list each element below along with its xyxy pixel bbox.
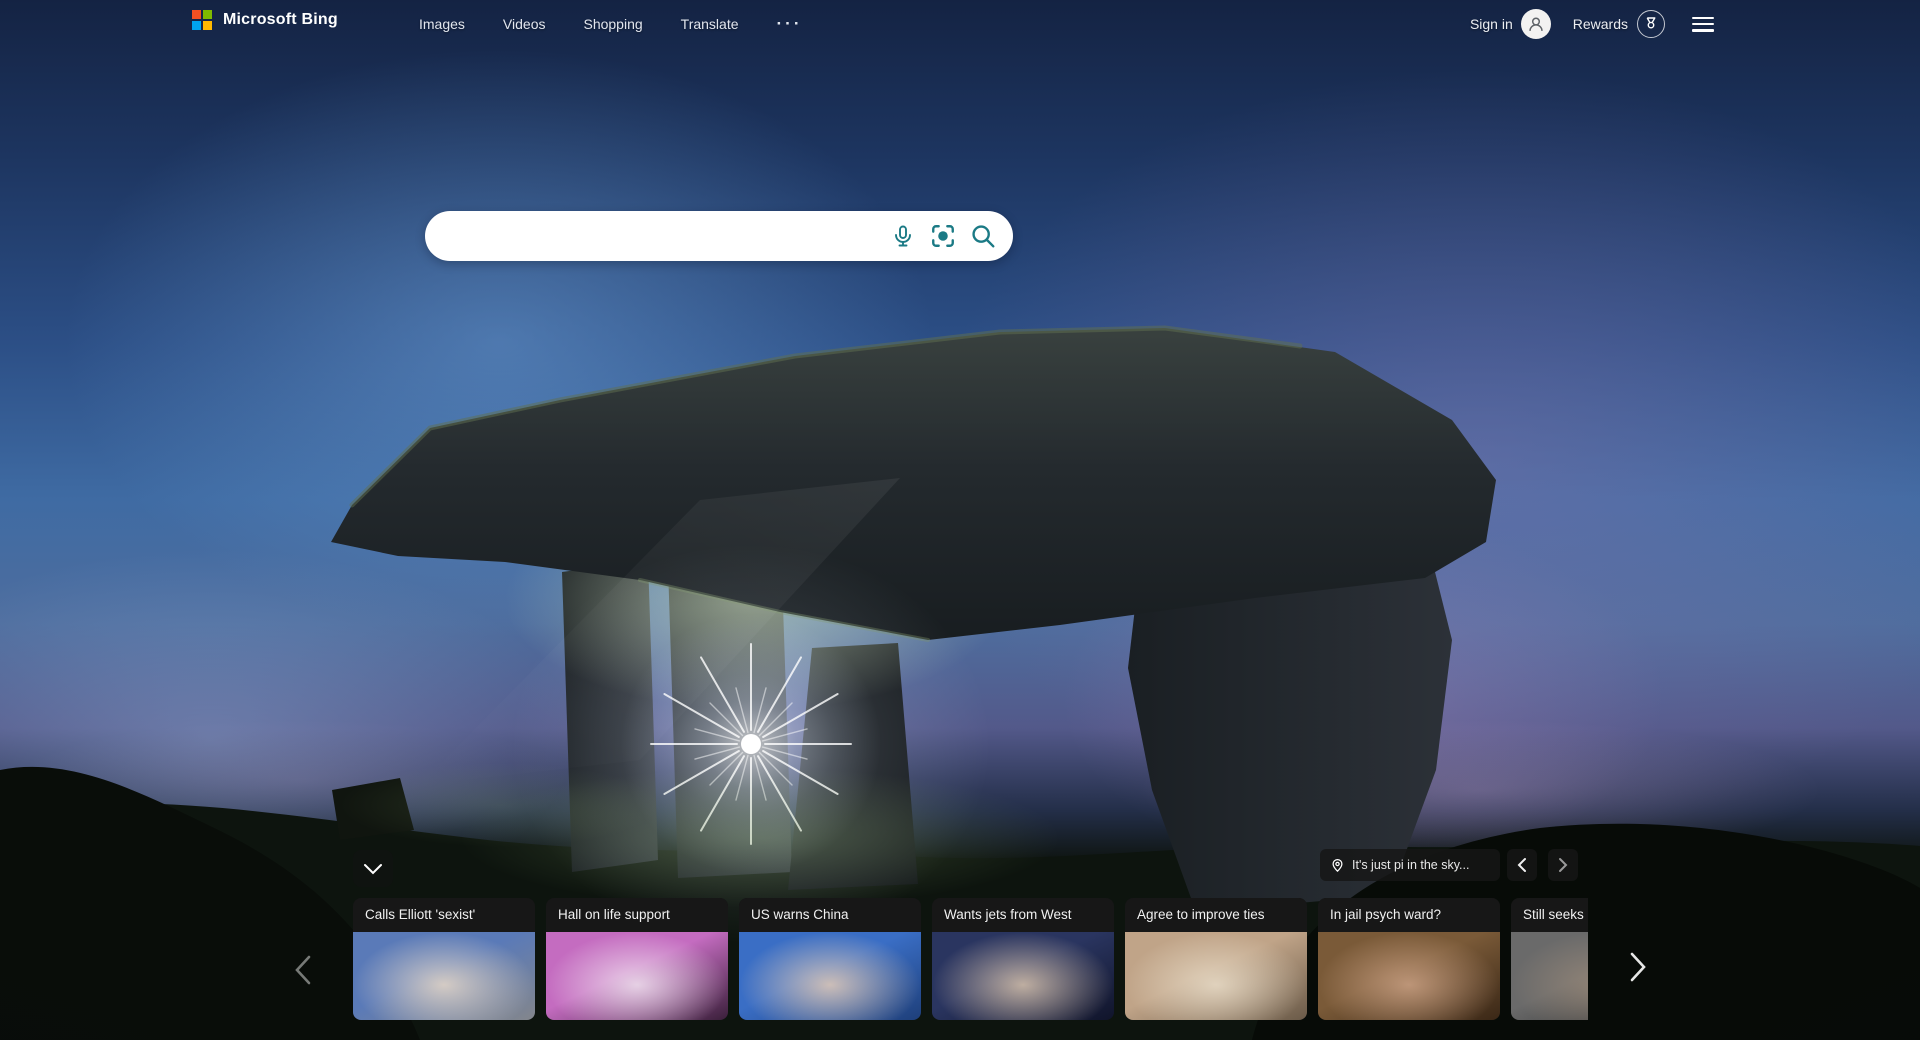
microsoft-logo-icon	[192, 10, 212, 30]
news-card-title: Calls Elliott 'sexist'	[353, 898, 535, 932]
news-card[interactable]: Hall on life support	[546, 898, 728, 1020]
bing-homepage: Microsoft Bing Images Videos Shopping Tr…	[0, 0, 1920, 1040]
news-card[interactable]: US warns China	[739, 898, 921, 1020]
previous-image-button[interactable]	[1507, 849, 1537, 881]
carousel-next-arrow[interactable]	[1620, 947, 1656, 987]
search-input[interactable]	[425, 211, 889, 261]
search-bar	[425, 211, 1013, 261]
news-card-image	[1511, 932, 1588, 1020]
scroll-down-button[interactable]	[353, 850, 393, 887]
topbar-right-group: Sign in Rewards	[1470, 0, 1920, 48]
news-card[interactable]: Agree to improve ties	[1125, 898, 1307, 1020]
chevron-right-icon	[1556, 856, 1570, 874]
news-card-image	[932, 932, 1114, 1020]
carousel-previous-arrow[interactable]	[285, 950, 321, 990]
chevron-left-icon	[1515, 856, 1529, 874]
news-card-title: Hall on life support	[546, 898, 728, 932]
nav-item-shopping[interactable]: Shopping	[583, 16, 642, 32]
chevron-left-icon	[290, 953, 316, 987]
person-icon	[1525, 13, 1547, 35]
logo-square-red	[192, 10, 201, 19]
rewards-medal-icon[interactable]	[1637, 10, 1665, 38]
top-navigation-bar: Microsoft Bing Images Videos Shopping Tr…	[0, 0, 1920, 48]
news-carousel: Calls Elliott 'sexist' Hall on life supp…	[353, 898, 1588, 1020]
microphone-icon[interactable]	[889, 223, 916, 250]
news-card[interactable]: Wants jets from West	[932, 898, 1114, 1020]
chevron-down-icon	[361, 860, 385, 878]
visual-search-icon[interactable]	[929, 223, 956, 250]
search-icon-group	[889, 223, 1013, 250]
avatar[interactable]	[1521, 9, 1551, 39]
news-card-title: In jail psych ward?	[1318, 898, 1500, 932]
logo-square-yellow	[203, 21, 212, 30]
logo-text: Microsoft Bing	[223, 11, 338, 29]
hamburger-menu-icon[interactable]	[1692, 17, 1714, 32]
sign-in-button[interactable]: Sign in	[1470, 16, 1513, 32]
background-photo-dolmen	[0, 0, 1920, 1040]
news-card-title: Wants jets from West	[932, 898, 1114, 932]
location-pin-icon	[1330, 858, 1345, 873]
next-image-button[interactable]	[1548, 849, 1578, 881]
image-info-text: It's just pi in the sky...	[1352, 858, 1469, 872]
primary-nav: Images Videos Shopping Translate ···	[419, 0, 802, 48]
nav-more-menu[interactable]: ···	[777, 14, 803, 34]
news-card[interactable]: Calls Elliott 'sexist'	[353, 898, 535, 1020]
search-icon[interactable]	[969, 223, 996, 250]
news-card-title: Agree to improve ties	[1125, 898, 1307, 932]
nav-item-videos[interactable]: Videos	[503, 16, 546, 32]
news-card[interactable]: Still seeks	[1511, 898, 1588, 1020]
news-carousel-track: Calls Elliott 'sexist' Hall on life supp…	[353, 898, 1588, 1020]
image-info-button[interactable]: It's just pi in the sky...	[1320, 849, 1500, 881]
news-card-image	[353, 932, 535, 1020]
news-card-image	[1125, 932, 1307, 1020]
news-card[interactable]: In jail psych ward?	[1318, 898, 1500, 1020]
logo-square-blue	[192, 21, 201, 30]
rewards-button[interactable]: Rewards	[1573, 16, 1628, 32]
chevron-right-icon	[1625, 950, 1651, 984]
nav-item-images[interactable]: Images	[419, 16, 465, 32]
nav-item-translate[interactable]: Translate	[681, 16, 739, 32]
news-card-title: US warns China	[739, 898, 921, 932]
logo-square-green	[203, 10, 212, 19]
bing-logo[interactable]: Microsoft Bing	[192, 10, 338, 30]
news-card-title: Still seeks	[1511, 898, 1588, 932]
news-card-image	[739, 932, 921, 1020]
news-card-image	[1318, 932, 1500, 1020]
news-card-image	[546, 932, 728, 1020]
